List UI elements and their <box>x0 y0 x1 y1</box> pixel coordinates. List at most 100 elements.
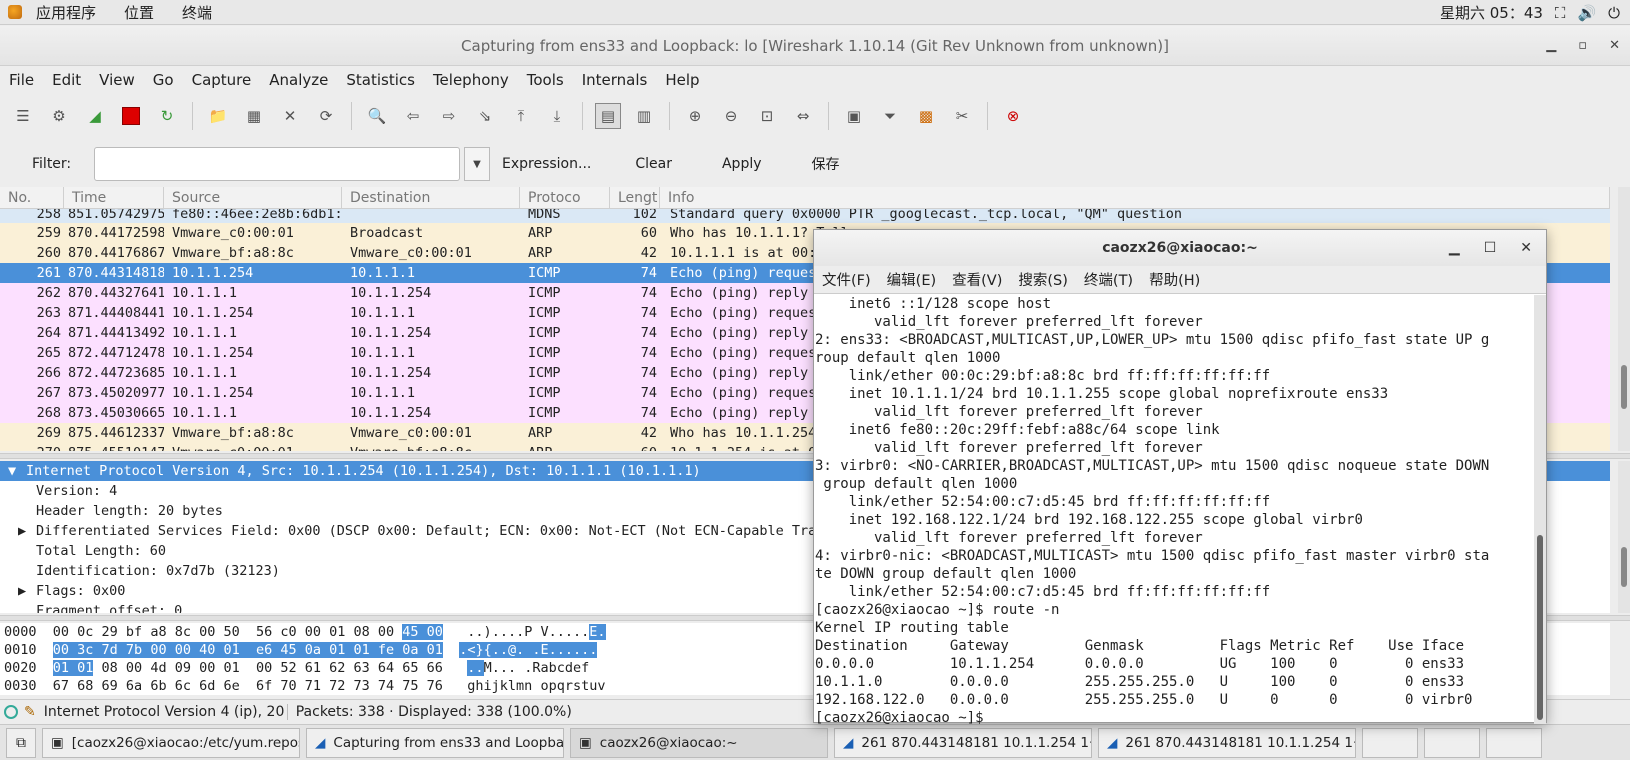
taskbar-item[interactable]: ◢ 261 870.443148181 10.1.1.254 1··· <box>1098 727 1356 758</box>
column-header[interactable]: Source <box>164 187 342 208</box>
terminal-minimize-button[interactable]: ▁ <box>1449 230 1460 266</box>
interfaces-icon[interactable]: ☰ <box>10 103 36 129</box>
apply-button[interactable]: Apply <box>708 156 776 172</box>
terminal-maximize-button[interactable]: ☐ <box>1484 230 1497 266</box>
normal-size-icon[interactable]: ⊡ <box>754 103 780 129</box>
close-file-icon[interactable]: ✕ <box>277 103 303 129</box>
filter-input[interactable] <box>94 147 460 181</box>
last-packet-icon[interactable]: ⤓ <box>544 103 570 129</box>
menu-tools[interactable]: Tools <box>518 71 573 89</box>
go-forward-icon[interactable]: ⇨ <box>436 103 462 129</box>
terminal-menu-item[interactable]: 终端(T) <box>1076 269 1141 290</box>
resize-columns-icon[interactable]: ⇔ <box>790 103 816 129</box>
clock[interactable]: 星期六 05：43 <box>1440 2 1543 23</box>
terminal-menu-item[interactable]: 查看(V) <box>944 269 1010 290</box>
packet-src: 10.1.1.254 <box>172 385 254 401</box>
column-header[interactable]: Destination <box>342 187 520 208</box>
workspace-switcher[interactable] <box>1362 727 1418 758</box>
menu-file[interactable]: File <box>0 71 43 89</box>
capture-filters-icon[interactable]: ▣ <box>841 103 867 129</box>
details-scrollbar[interactable] <box>1618 461 1630 613</box>
taskbar-item[interactable]: ▣ [caozx26@xiaocao:/etc/yum.repos.d] <box>42 727 300 758</box>
go-back-icon[interactable]: ⇦ <box>400 103 426 129</box>
terminal-menu-item[interactable]: 搜索(S) <box>1010 269 1076 290</box>
expression-button[interactable]: Expression... <box>498 156 595 172</box>
menu-internals[interactable]: Internals <box>573 71 657 89</box>
packet-time: 870.441768675 <box>68 245 164 261</box>
detail-text: Total Length: 60 <box>36 543 167 559</box>
expert-info-icon[interactable] <box>4 704 18 719</box>
auto-scroll-icon[interactable]: ▥ <box>631 103 657 129</box>
menu-statistics[interactable]: Statistics <box>337 71 424 89</box>
packet-src: Vmware_bf:a8:8c <box>172 245 294 261</box>
column-header[interactable]: Info <box>660 187 1610 208</box>
find-packet-icon[interactable]: 🔍 <box>364 103 390 129</box>
open-file-icon[interactable]: 📁 <box>205 103 231 129</box>
menu-edit[interactable]: Edit <box>43 71 90 89</box>
power-icon[interactable]: ⏻ <box>1608 4 1620 22</box>
menu-telephony[interactable]: Telephony <box>424 71 518 89</box>
column-header[interactable]: Time <box>64 187 164 208</box>
topbar-menu-item[interactable]: 应用程序 <box>22 2 110 23</box>
reload-icon[interactable]: ⟳ <box>313 103 339 129</box>
help-icon[interactable]: ⊗ <box>1000 103 1026 129</box>
maximize-button[interactable]: ▫ <box>1578 26 1587 66</box>
column-header[interactable]: Protoco <box>520 187 610 208</box>
menu-capture[interactable]: Capture <box>183 71 261 89</box>
terminal-output[interactable]: inet6 ::1/128 scope host valid_lft forev… <box>814 295 1534 724</box>
packet-proto: ICMP <box>528 345 561 361</box>
volume-icon[interactable]: 🔊 <box>1577 4 1596 22</box>
network-icon[interactable]: ⛶ <box>1555 4 1566 22</box>
expand-arrow-icon[interactable]: ▶ <box>18 581 36 601</box>
save-filter-button[interactable]: 保存 <box>798 154 854 174</box>
column-header[interactable]: Lengt <box>610 187 660 208</box>
filter-dropdown-icon[interactable]: ▼ <box>464 147 490 181</box>
menu-help[interactable]: Help <box>656 71 708 89</box>
clear-button[interactable]: Clear <box>621 156 686 172</box>
zoom-out-icon[interactable]: ⊖ <box>718 103 744 129</box>
start-capture-icon[interactable]: ◢ <box>82 103 108 129</box>
workspace-switcher[interactable] <box>1424 727 1480 758</box>
taskbar-item[interactable]: ◢ 261 870.443148181 10.1.1.254 1··· <box>834 727 1092 758</box>
save-file-icon[interactable]: ▦ <box>241 103 267 129</box>
topbar-menu-item[interactable]: 位置 <box>110 2 168 23</box>
options-icon[interactable]: ⚙ <box>46 103 72 129</box>
expand-arrow-icon[interactable]: ▶ <box>18 521 36 541</box>
terminal-menu-item[interactable]: 帮助(H) <box>1141 269 1208 290</box>
detail-text: Fragment offset: 0 <box>36 603 183 613</box>
detail-text: Header length: 20 bytes <box>36 503 223 519</box>
colorize-icon[interactable]: ▤ <box>595 103 621 129</box>
terminal-line: inet 10.1.1.1/24 brd 10.1.1.255 scope gl… <box>815 386 1389 402</box>
zoom-in-icon[interactable]: ⊕ <box>682 103 708 129</box>
column-header[interactable]: No. <box>0 187 64 208</box>
topbar-menu-item[interactable]: 终端 <box>168 2 226 23</box>
first-packet-icon[interactable]: ⤒ <box>508 103 534 129</box>
packet-list-scrollbar[interactable] <box>1618 187 1630 451</box>
preferences-icon[interactable]: ✂ <box>949 103 975 129</box>
minimize-button[interactable]: ▁ <box>1546 26 1556 66</box>
terminal-menu-item[interactable]: 编辑(E) <box>879 269 944 290</box>
expand-arrow-icon[interactable]: ▼ <box>8 461 26 481</box>
taskbar-label: 261 870.443148181 10.1.1.254 1··· <box>1125 734 1356 751</box>
terminal-menu-item[interactable]: 文件(F) <box>814 269 879 290</box>
terminal-close-button[interactable]: ✕ <box>1520 230 1532 266</box>
stop-capture-icon[interactable] <box>118 103 144 129</box>
go-to-packet-icon[interactable]: ⇘ <box>472 103 498 129</box>
close-button[interactable]: ✕ <box>1609 26 1620 66</box>
show-desktop-icon[interactable]: ⧉ <box>6 727 36 758</box>
menu-go[interactable]: Go <box>144 71 183 89</box>
coloring-rules-icon[interactable]: ▩ <box>913 103 939 129</box>
restart-capture-icon[interactable]: ↻ <box>154 103 180 129</box>
menu-view[interactable]: View <box>90 71 144 89</box>
packet-no: 263 <box>36 305 61 321</box>
edit-comment-icon[interactable]: ✎ <box>24 704 36 720</box>
packet-list-header: No. Time Source Destination Protoco Lengt Info <box>0 187 1610 209</box>
terminal-scrollbar[interactable] <box>1534 295 1546 724</box>
display-filters-icon[interactable]: ⏷ <box>877 103 903 129</box>
packet-row[interactable]: 258 851.057429755 fe80::46ee:2e8b:6db1:21f… <box>0 209 1610 223</box>
menu-analyze[interactable]: Analyze <box>260 71 337 89</box>
taskbar-label: Capturing from ens33 and Loopbac··· <box>333 734 564 751</box>
taskbar-item[interactable]: ◢ Capturing from ens33 and Loopbac··· <box>306 727 564 758</box>
taskbar-item[interactable]: ▣ caozx26@xiaocao:~ <box>570 727 828 758</box>
workspace-switcher[interactable] <box>1486 727 1542 758</box>
